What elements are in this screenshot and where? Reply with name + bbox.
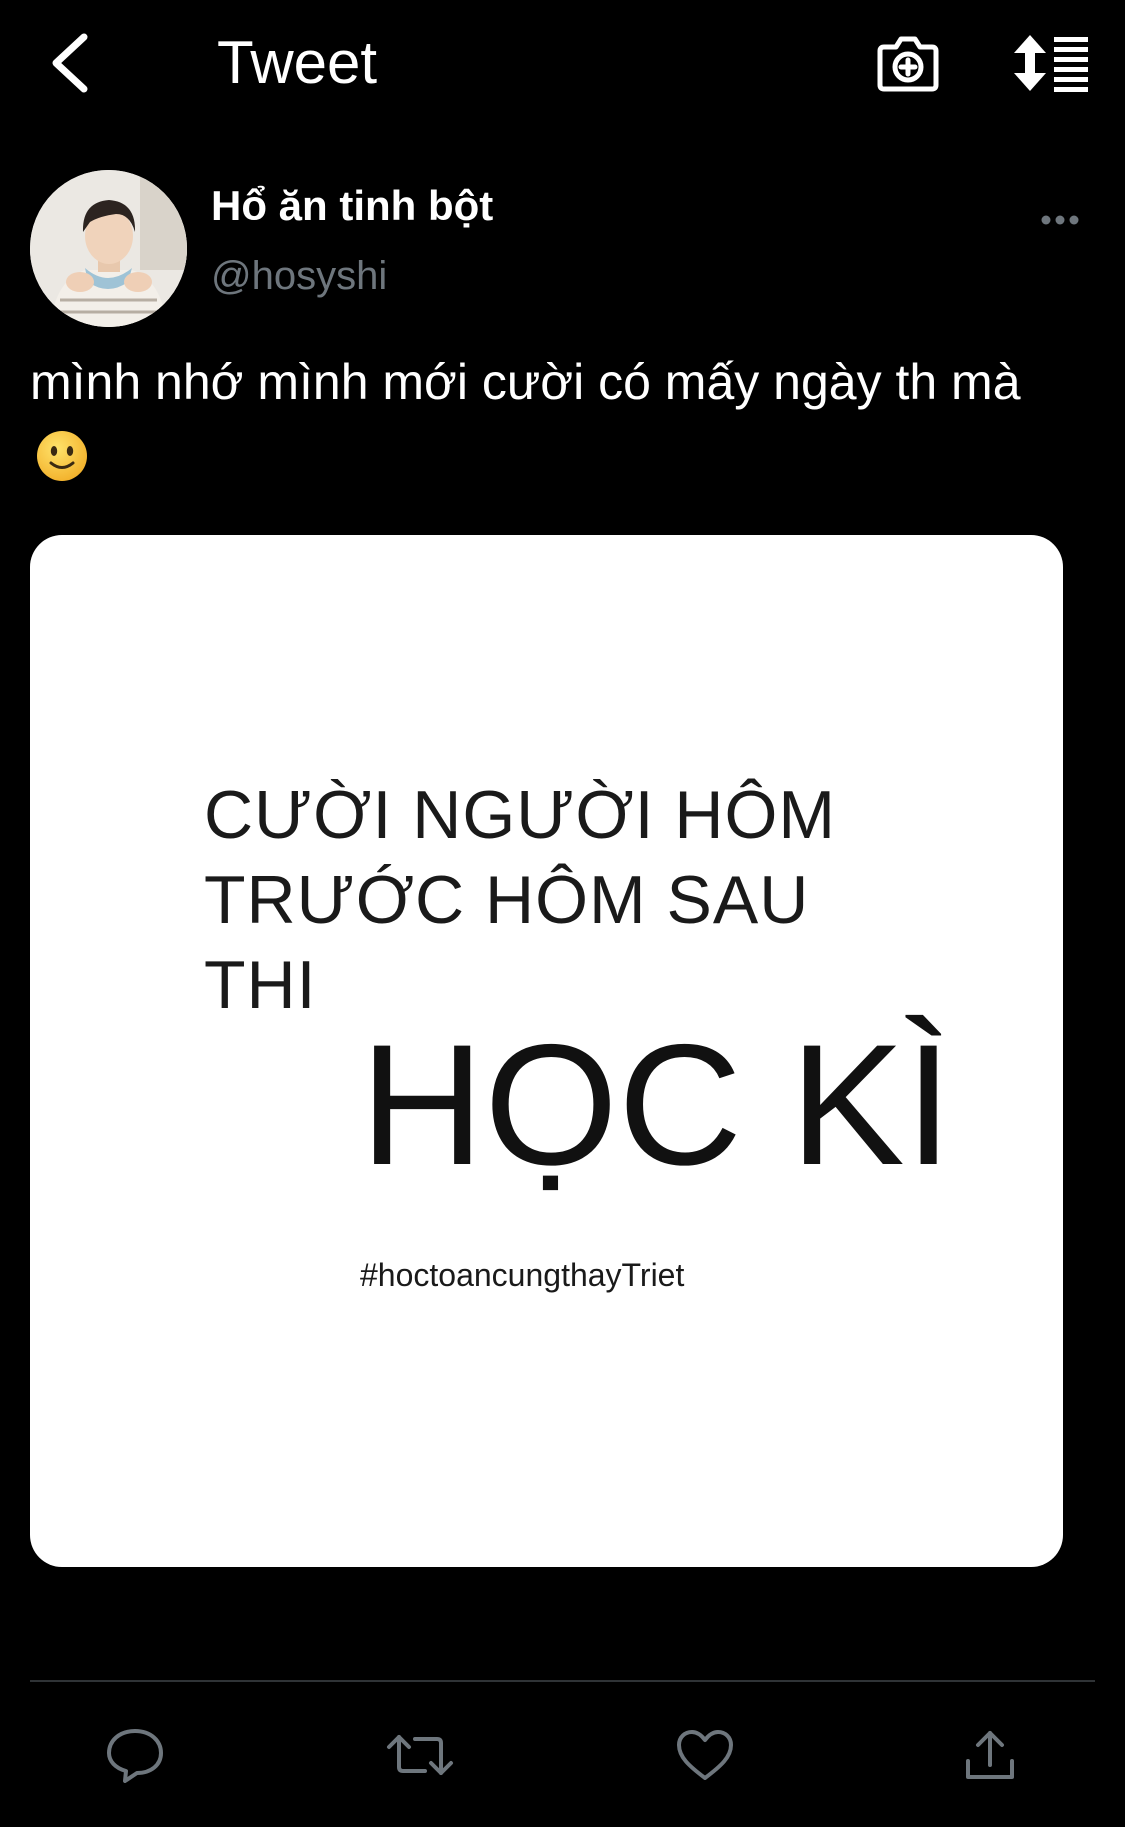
reply-icon <box>107 1729 163 1783</box>
retweet-button[interactable] <box>380 1720 460 1790</box>
chevron-left-icon <box>52 33 88 93</box>
page-title: Tweet <box>217 29 378 96</box>
meme-hashtag: #hoctoancungthayTriet <box>360 1257 685 1293</box>
meme-line-3: THI <box>204 947 317 1023</box>
meme-line-2: TRƯỚC HÔM SAU <box>204 862 810 938</box>
reply-button[interactable] <box>95 1720 175 1790</box>
more-horizontal-icon <box>1041 215 1079 225</box>
meme-big-text: HỌC KÌ <box>360 1009 953 1201</box>
slightly-smiling-face-icon <box>37 431 87 481</box>
back-button[interactable] <box>40 28 100 98</box>
more-options-button[interactable] <box>1035 200 1085 240</box>
retweet-icon <box>387 1735 453 1775</box>
sort-list-icon <box>1014 35 1088 92</box>
author-display-name[interactable]: Hổ ăn tinh bột <box>211 180 493 232</box>
avatar[interactable] <box>30 170 187 327</box>
camera-plus-icon <box>877 36 939 92</box>
like-icon <box>677 1730 733 1780</box>
tweet-text-content: mình nhớ mình mới cười có mấy ngày th mà <box>30 354 1021 410</box>
top-nav-bar: Tweet <box>0 0 1125 130</box>
share-icon <box>966 1731 1014 1779</box>
tweet-media-image[interactable]: CƯỜI NGƯỜI HÔM TRƯỚC HÔM SAU THI HỌC KÌ … <box>30 535 1063 1567</box>
sort-button[interactable] <box>1012 28 1092 98</box>
tweet-text: mình nhớ mình mới cười có mấy ngày th mà <box>30 345 1090 495</box>
author-handle[interactable]: @hosyshi <box>211 250 387 302</box>
camera-button[interactable] <box>873 28 943 98</box>
action-divider <box>30 1680 1095 1682</box>
meme-line-1: CƯỜI NGƯỜI HÔM <box>204 777 837 853</box>
like-button[interactable] <box>665 1720 745 1790</box>
share-button[interactable] <box>950 1720 1030 1790</box>
profile-photo <box>30 170 187 327</box>
